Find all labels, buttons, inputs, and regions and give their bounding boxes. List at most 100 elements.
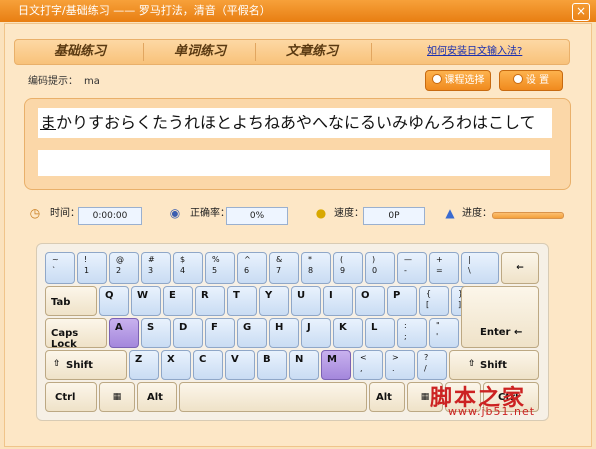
watermark-url: www.jb51.net: [448, 405, 536, 418]
key-caps-lock[interactable]: Caps Lock: [45, 318, 107, 350]
key-tab[interactable]: Tab: [45, 286, 97, 316]
accuracy-value: 0%: [226, 207, 288, 225]
gear-icon: [512, 74, 523, 84]
input-line[interactable]: [38, 150, 550, 176]
key-p[interactable]: P: [387, 286, 417, 316]
key-7[interactable]: & 7: [269, 252, 299, 284]
key-quote[interactable]: " ': [429, 318, 459, 348]
key-9[interactable]: (9: [333, 252, 363, 284]
practice-text: まかりすおらくたうれほとよちねあやへなにるいみゆんろわはこして: [38, 108, 552, 138]
key-h[interactable]: H: [269, 318, 299, 348]
code-hint-label: 编码提示：: [28, 76, 78, 87]
key-r[interactable]: R: [195, 286, 225, 316]
tab-article-practice[interactable]: 文章练习: [257, 40, 367, 64]
shift-arrow-icon: ⇧: [53, 359, 61, 369]
settings-label: 设 置: [525, 75, 550, 86]
key-t[interactable]: T: [227, 286, 257, 316]
key-q[interactable]: Q: [99, 286, 129, 316]
key-g[interactable]: G: [237, 318, 267, 348]
speed-value: 0P: [363, 207, 425, 225]
key-m[interactable]: M: [321, 350, 351, 380]
tab-word-practice[interactable]: 单词练习: [145, 40, 255, 64]
tab-divider: [143, 43, 144, 61]
close-icon[interactable]: ×: [572, 3, 590, 21]
key-y[interactable]: Y: [259, 286, 289, 316]
key-backtick[interactable]: ~ `: [45, 252, 75, 284]
key-enter[interactable]: Enter ←: [461, 286, 539, 348]
key-z[interactable]: Z: [129, 350, 159, 380]
window-title: 日文打字/基础练习 —— 罗马打法，清音（平假名）: [18, 4, 271, 17]
key-backslash[interactable]: | \: [461, 252, 499, 284]
target-icon: ◉: [169, 206, 181, 220]
remaining-text: かりすおらくたうれほとよちねあやへなにるいみゆんろわはこして: [56, 113, 536, 132]
key-x[interactable]: X: [161, 350, 191, 380]
code-hint: 编码提示： ma: [28, 72, 100, 87]
current-char: ま: [40, 113, 57, 132]
key-i[interactable]: I: [323, 286, 353, 316]
key-backspace[interactable]: ←: [501, 252, 539, 284]
key-slash[interactable]: ? /: [417, 350, 447, 380]
key-3[interactable]: #3: [141, 252, 171, 284]
key-a[interactable]: A: [109, 318, 139, 348]
tab-divider: [371, 43, 372, 61]
backspace-arrow-icon: ←: [516, 263, 524, 273]
course-select-label: 课程选择: [444, 75, 485, 86]
key-comma[interactable]: <,: [353, 350, 383, 380]
key-8[interactable]: * 8: [301, 252, 331, 284]
key-b[interactable]: B: [257, 350, 287, 380]
progress-bar: [492, 212, 564, 219]
key-n[interactable]: N: [289, 350, 319, 380]
lightbulb-icon: ●: [315, 206, 327, 220]
key-6[interactable]: ^ 6: [237, 252, 267, 284]
key-s[interactable]: S: [141, 318, 171, 348]
clock-icon: ◷: [29, 206, 41, 220]
key-1[interactable]: ! 1: [77, 252, 107, 284]
key-u[interactable]: U: [291, 286, 321, 316]
tab-bar: 基础练习 单词练习 文章练习 如何安装日文输入法?: [14, 39, 570, 65]
key-k[interactable]: K: [333, 318, 363, 348]
key-f[interactable]: F: [205, 318, 235, 348]
key-4[interactable]: $4: [173, 252, 203, 284]
tab-basic-practice[interactable]: 基础练习: [25, 40, 135, 64]
speed-label: 速度：: [334, 208, 364, 219]
title-bar: 日文打字/基础练习 —— 罗马打法，清音（平假名） ×: [0, 0, 596, 22]
key-c[interactable]: C: [193, 350, 223, 380]
key-o[interactable]: O: [355, 286, 385, 316]
flask-icon: ▲: [445, 206, 455, 220]
key-left-ctrl[interactable]: Ctrl: [45, 382, 97, 412]
time-label: 时间：: [50, 208, 80, 219]
key-5[interactable]: % 5: [205, 252, 235, 284]
key-equals[interactable]: + =: [429, 252, 459, 284]
key-l[interactable]: L: [365, 318, 395, 348]
tab-divider: [255, 43, 256, 61]
key-0[interactable]: ) 0: [365, 252, 395, 284]
key-j[interactable]: J: [301, 318, 331, 348]
key-left-alt[interactable]: Alt: [137, 382, 177, 412]
course-select-button[interactable]: 课程选择: [425, 70, 491, 91]
settings-button[interactable]: 设 置: [499, 70, 563, 91]
key-v[interactable]: V: [225, 350, 255, 380]
time-value: 0:00:00: [78, 207, 142, 225]
code-hint-value: ma: [84, 76, 100, 87]
key-d[interactable]: D: [173, 318, 203, 348]
key-left-win[interactable]: ▦: [99, 382, 135, 412]
key-e[interactable]: E: [163, 286, 193, 316]
enter-label: Enter: [480, 327, 511, 338]
key-w[interactable]: W: [131, 286, 161, 316]
enter-arrow-icon: ←: [514, 327, 523, 338]
key-right-alt[interactable]: Alt: [369, 382, 405, 412]
key-left-shift[interactable]: ⇧ Shift: [45, 350, 127, 380]
key-right-shift[interactable]: ⇧ Shift: [449, 350, 539, 380]
accuracy-label: 正确率：: [190, 208, 230, 219]
install-ime-link[interactable]: 如何安装日文输入法?: [427, 40, 522, 64]
key-semicolon[interactable]: :;: [397, 318, 427, 348]
key-left-bracket[interactable]: {[: [419, 286, 449, 316]
progress-label: 进度：: [462, 208, 492, 219]
key-period[interactable]: >.: [385, 350, 415, 380]
shift-arrow-icon: ⇧: [468, 359, 476, 369]
windows-icon: ▦: [112, 392, 122, 402]
key-2[interactable]: @2: [109, 252, 139, 284]
book-icon: [431, 74, 442, 84]
key-space[interactable]: [179, 382, 367, 412]
key-minus[interactable]: — -: [397, 252, 427, 284]
